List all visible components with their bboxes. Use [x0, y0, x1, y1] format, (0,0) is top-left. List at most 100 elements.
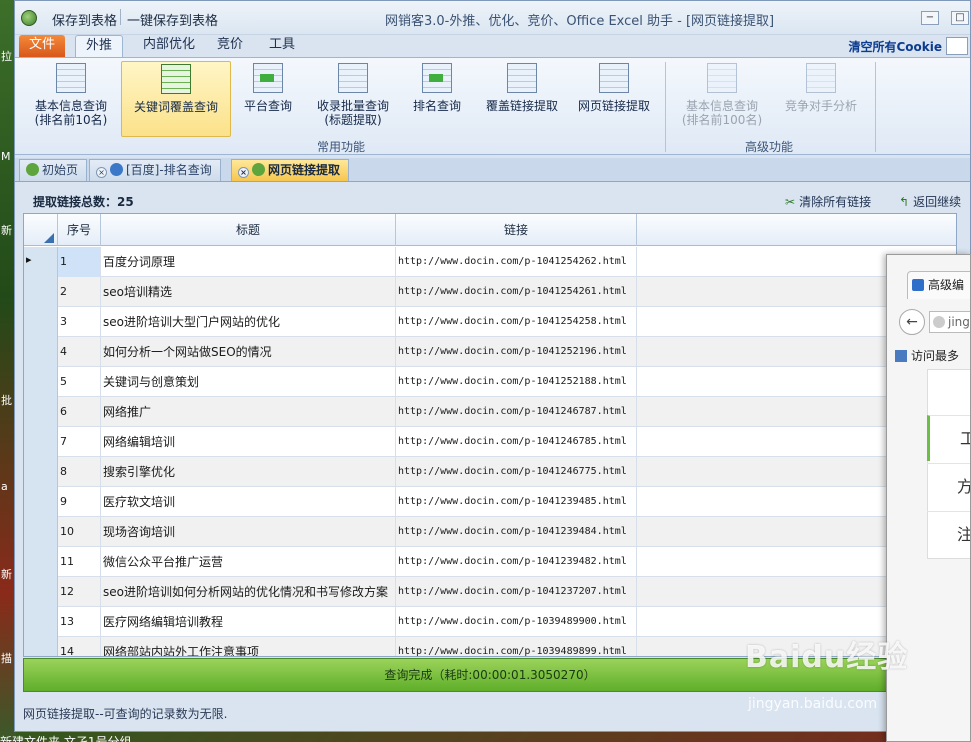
cell-title[interactable]: seo培训精选 — [101, 277, 396, 307]
row-selector[interactable] — [24, 427, 58, 457]
doc-tab-page-link-extract[interactable]: × 网页链接提取 — [231, 159, 350, 181]
table-row[interactable]: 1百度分词原理http://www.docin.com/p-1041254262… — [24, 247, 956, 277]
maximize-button[interactable]: □ — [951, 11, 969, 25]
cell-link[interactable]: http://www.docin.com/p-1039489899.html — [396, 637, 637, 656]
table-row[interactable]: 5 关键词与创意策划 http://www.docin.com/p-10412521… — [24, 367, 956, 397]
table-row[interactable]: 7 网络编辑培训 http://www.docin.com/p-1041246785… — [24, 427, 956, 457]
one-click-save-button[interactable]: 一键保存到表格 — [127, 10, 218, 29]
cell-title[interactable]: 微信公众平台推广运营 — [101, 547, 396, 577]
cell-title[interactable]: 现场咨询培训 — [101, 517, 396, 547]
cell-title[interactable]: seo进阶培训大型门户网站的优化 — [101, 307, 396, 337]
cookie-toggle[interactable] — [946, 37, 968, 55]
cell-link[interactable]: http://www.docin.com/p-1041246785.html — [396, 427, 637, 457]
cell-index[interactable]: 12 — [58, 577, 101, 607]
cell-index[interactable]: 9 — [58, 487, 101, 517]
cell-title[interactable]: 百度分词原理 — [101, 247, 396, 277]
results-grid[interactable]: 序号 标题 链接 1百度分词原理http://www.docin.com/p-1… — [23, 213, 957, 657]
cell-link[interactable]: http://www.docin.com/p-1041252188.html — [396, 367, 637, 397]
clear-all-links-button[interactable]: ✂ 清除所有链接 — [785, 193, 871, 210]
cell-link[interactable]: http://www.docin.com/p-1039489900.html — [396, 607, 637, 637]
table-row[interactable]: 11 微信公众平台推广运营 http://www.docin.com/p-10412… — [24, 547, 956, 577]
desktop-icon-label[interactable]: 描 — [1, 650, 12, 666]
keyword-coverage-query-button[interactable]: 关键词覆盖查询 — [121, 61, 231, 137]
cell-index[interactable]: 6 — [58, 397, 101, 427]
cell-index[interactable]: 11 — [58, 547, 101, 577]
desktop-icon-label[interactable]: a — [1, 480, 8, 493]
close-icon[interactable]: × — [96, 167, 107, 178]
table-row[interactable]: 8 搜索引擎优化 http://www.docin.com/p-1041246775… — [24, 457, 956, 487]
minimize-button[interactable]: − — [921, 11, 939, 25]
tab-bidding[interactable]: 竞价 — [207, 35, 253, 57]
cell-index[interactable]: 3 — [58, 307, 101, 337]
table-row[interactable]: 12 seo进阶培训如何分析网站的优化情况和书写修改方案 http://www.do… — [24, 577, 956, 607]
row-selector[interactable] — [24, 637, 58, 656]
row-selector[interactable] — [24, 277, 58, 307]
desktop-icon-label[interactable]: 新 — [1, 566, 12, 582]
cell-link[interactable]: http://www.docin.com/p-1041239484.html — [396, 517, 637, 547]
cell-title[interactable]: 关键词与创意策划 — [101, 367, 396, 397]
row-selector[interactable] — [24, 247, 58, 277]
tab-internal-optimization[interactable]: 内部优化 — [133, 35, 205, 57]
cell-title[interactable]: 医疗软文培训 — [101, 487, 396, 517]
browser-menu-item[interactable]: 注 — [927, 511, 970, 557]
cell-index[interactable]: 2 — [58, 277, 101, 307]
cell-index[interactable]: 14 — [58, 637, 101, 656]
cell-link[interactable]: http://www.docin.com/p-1041254262.html — [396, 247, 637, 277]
cell-link[interactable]: http://www.docin.com/p-1041246787.html — [396, 397, 637, 427]
doc-tab-home[interactable]: 初始页 — [19, 159, 88, 181]
competitor-analysis-button[interactable]: 竞争对手分析 — [781, 61, 861, 137]
row-selector[interactable] — [24, 517, 58, 547]
table-row[interactable]: 6 网络推广 http://www.docin.com/p-1041246787.h… — [24, 397, 956, 427]
save-to-table-button[interactable]: 保存到表格 — [52, 10, 117, 29]
cell-title[interactable]: 网络推广 — [101, 397, 396, 427]
cell-title[interactable]: 网络部站内站外工作注意事项 — [101, 637, 396, 656]
app-logo-icon[interactable] — [21, 10, 37, 26]
tab-outreach[interactable]: 外推 — [75, 35, 124, 57]
column-header-index[interactable]: 序号 — [58, 214, 101, 246]
row-selector[interactable] — [24, 337, 58, 367]
row-selector[interactable] — [24, 547, 58, 577]
row-selector[interactable] — [24, 457, 58, 487]
column-header-link[interactable]: 链接 — [396, 214, 637, 246]
cell-index[interactable]: 4 — [58, 337, 101, 367]
rank-query-button[interactable]: 排名查询 — [407, 61, 467, 137]
row-selector[interactable] — [24, 607, 58, 637]
cell-title[interactable]: 如何分析一个网站做SEO的情况 — [101, 337, 396, 367]
desktop-icon-label[interactable]: 批 — [1, 392, 12, 408]
row-selector[interactable] — [24, 397, 58, 427]
cell-index[interactable]: 1 — [58, 247, 101, 277]
column-header-title[interactable]: 标题 — [101, 214, 396, 246]
cell-index[interactable]: 7 — [58, 427, 101, 457]
clear-cookie-button[interactable]: 清空所有Cookie — [848, 38, 942, 55]
page-link-extract-button[interactable]: 网页链接提取 — [573, 61, 655, 137]
browser-menu-item[interactable]: 方 — [927, 463, 970, 509]
desktop-icon-label[interactable]: 新 — [1, 222, 12, 238]
cell-link[interactable]: http://www.docin.com/p-1041254258.html — [396, 307, 637, 337]
favorites-bar-item[interactable]: 访问最多 — [895, 347, 959, 364]
cell-title[interactable]: seo进阶培训如何分析网站的优化情况和书写修改方案 — [101, 577, 396, 607]
browser-tab[interactable]: 高级编 — [907, 271, 970, 299]
basic-info-top100-button[interactable]: 基本信息查询 (排名前100名) — [677, 61, 767, 137]
doc-tab-baidu-rank[interactable]: × [百度]-排名查询 — [89, 159, 221, 181]
select-all-corner[interactable] — [24, 214, 58, 246]
batch-index-query-button[interactable]: 收录批量查询 (标题提取) — [311, 61, 395, 137]
cell-title[interactable]: 搜索引擎优化 — [101, 457, 396, 487]
row-selector[interactable] — [24, 577, 58, 607]
back-arrow-icon[interactable]: ← — [899, 309, 925, 335]
table-row[interactable]: 10 现场咨询培训 http://www.docin.com/p-104123948… — [24, 517, 956, 547]
basic-info-query-button[interactable]: 基本信息查询 (排名前10名) — [25, 61, 117, 137]
row-selector[interactable] — [24, 487, 58, 517]
cell-link[interactable]: http://www.docin.com/p-1041237207.html — [396, 577, 637, 607]
cell-index[interactable]: 10 — [58, 517, 101, 547]
row-selector[interactable] — [24, 367, 58, 397]
cell-link[interactable]: http://www.docin.com/p-1041252196.html — [396, 337, 637, 367]
cover-link-extract-button[interactable]: 覆盖链接提取 — [481, 61, 563, 137]
tab-tools[interactable]: 工具 — [259, 35, 305, 57]
platform-query-button[interactable]: 平台查询 — [237, 61, 299, 137]
desktop-icon-label[interactable]: 拉 — [1, 48, 12, 64]
row-selector[interactable] — [24, 307, 58, 337]
browser-menu-item[interactable]: 工 — [927, 415, 970, 461]
tab-file[interactable]: 文件 — [19, 35, 66, 57]
desktop-icon-label[interactable]: M — [1, 150, 11, 163]
cell-index[interactable]: 5 — [58, 367, 101, 397]
